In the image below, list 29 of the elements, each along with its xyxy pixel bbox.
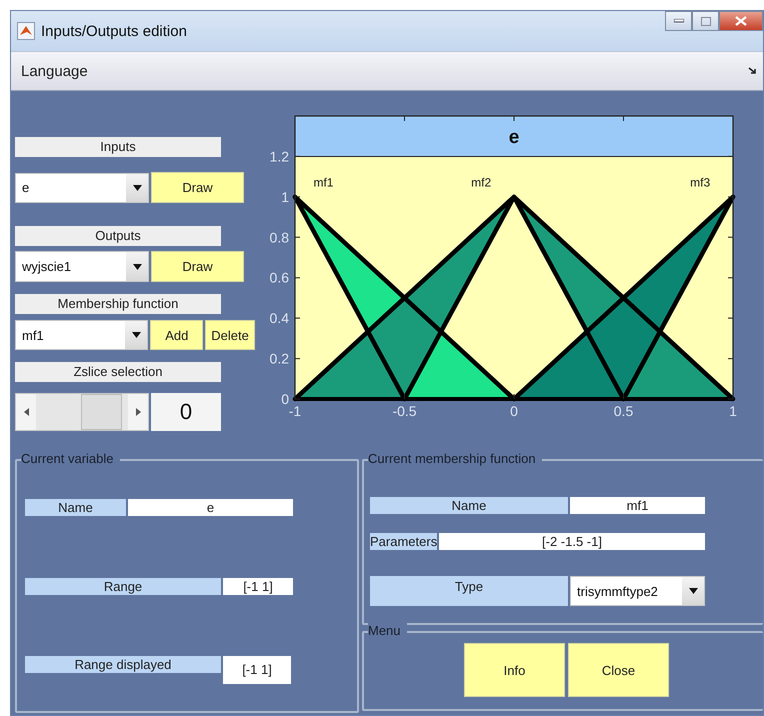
- section-label: Zslice selection: [15, 362, 221, 382]
- field-label: Name: [25, 499, 126, 516]
- tick-label: 0: [510, 403, 518, 419]
- tick-label: 1.2: [270, 148, 289, 164]
- section-label: Inputs: [15, 137, 221, 157]
- tick-label: -1: [288, 403, 302, 419]
- series-label: mf3: [690, 176, 710, 190]
- chart-title: e: [508, 127, 520, 148]
- tick-label: -0.5: [392, 403, 417, 419]
- field-label: Type: [370, 576, 568, 606]
- field-label: Range displayed: [25, 656, 221, 673]
- tick-label: 1: [729, 403, 737, 419]
- field-label: Range: [25, 578, 221, 595]
- field-label: Name: [370, 497, 568, 514]
- tick-label: 0.6: [270, 270, 289, 286]
- field-label: Parameters: [370, 533, 437, 550]
- tick-label: 1: [281, 188, 289, 205]
- window-title: Inputs/Outputs edition: [41, 22, 188, 40]
- tick-label: 0.8: [270, 229, 289, 246]
- tick-label: 0.5: [614, 403, 634, 419]
- group-title: Current membership function: [368, 451, 542, 467]
- tick-label: 0: [281, 391, 289, 407]
- section-label: Membership function: [15, 294, 221, 314]
- series-label: mf2: [471, 176, 492, 190]
- series-label: mf1: [313, 176, 334, 190]
- tick-label: 0.2: [270, 350, 289, 367]
- tick-label: 0.4: [270, 310, 289, 326]
- section-label: Outputs: [15, 226, 221, 246]
- zslice-value: 0: [151, 393, 221, 431]
